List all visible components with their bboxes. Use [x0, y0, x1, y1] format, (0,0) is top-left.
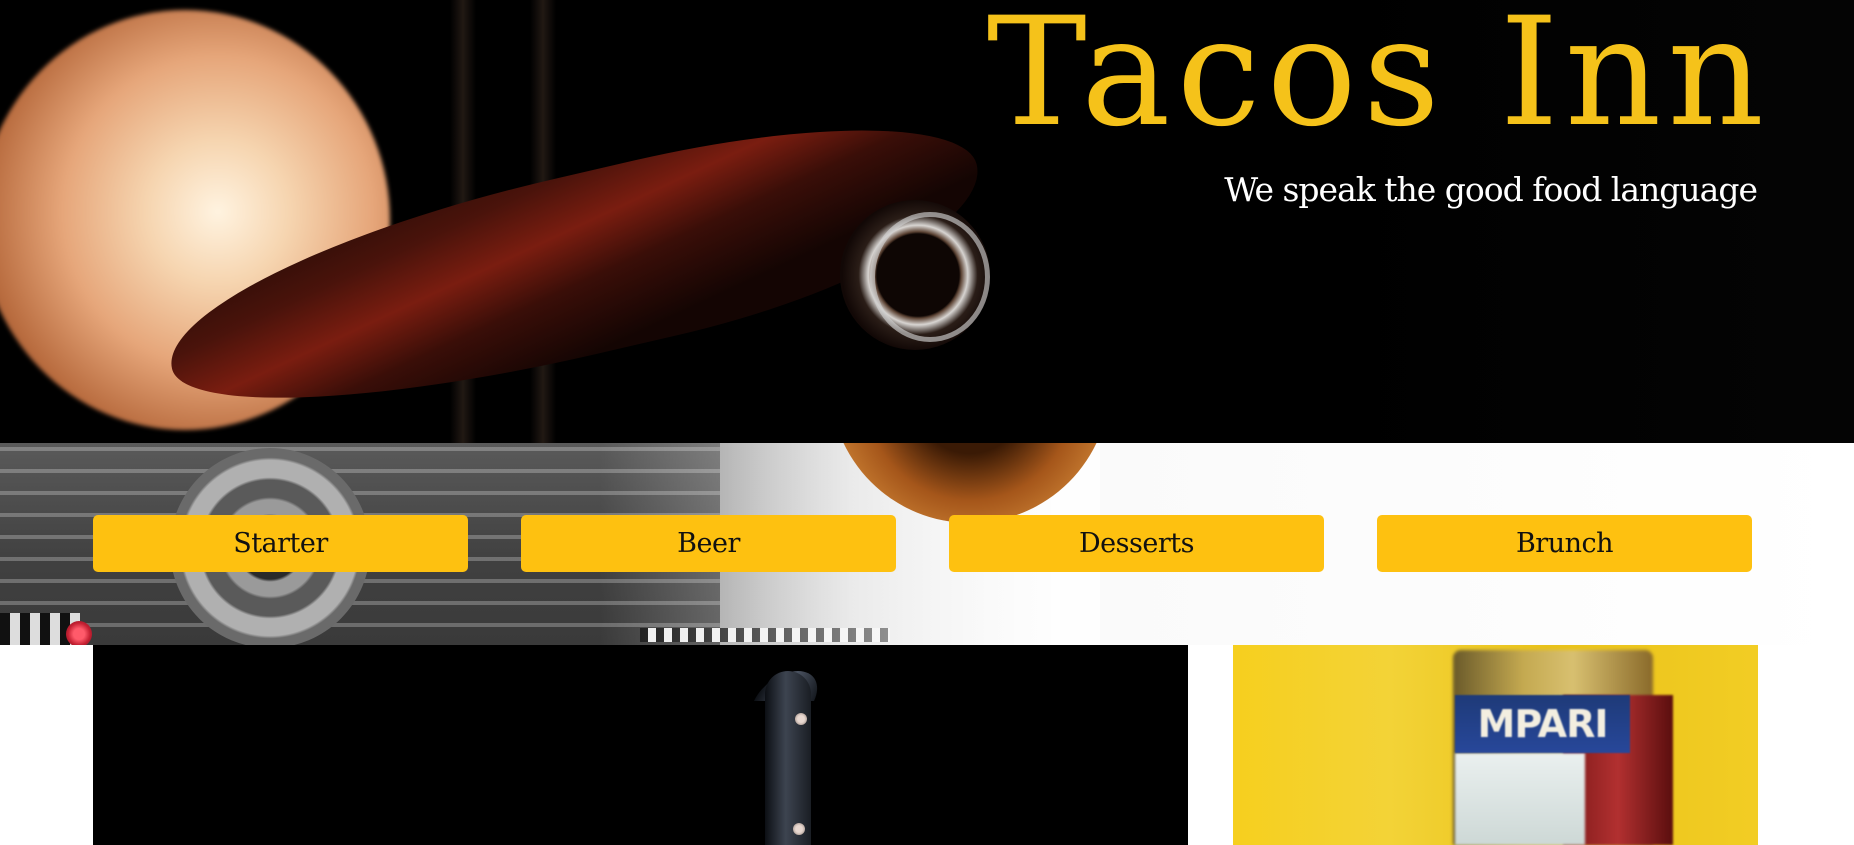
nav-button-desserts[interactable]: Desserts [949, 515, 1324, 572]
knife-photo [93, 645, 1188, 845]
knife-handle [765, 671, 811, 845]
red-button [66, 621, 92, 645]
nav-button-starter[interactable]: Starter [93, 515, 468, 572]
campari-photo: MPARI [1233, 645, 1758, 845]
bottle-lower-label [1455, 753, 1585, 845]
hero-banner: Tacos Inn We speak the good food languag… [0, 0, 1854, 443]
site-title: Tacos Inn [986, 0, 1770, 160]
nav-button-brunch[interactable]: Brunch [1377, 515, 1752, 572]
nav-button-beer[interactable]: Beer [521, 515, 896, 572]
menu-nav: Starter Beer Desserts Brunch [93, 515, 1752, 572]
bottle-label: MPARI [1455, 695, 1630, 753]
knife-rivet [795, 713, 807, 725]
site-tagline: We speak the good food language [1224, 170, 1758, 209]
knife-rivet [793, 823, 805, 835]
